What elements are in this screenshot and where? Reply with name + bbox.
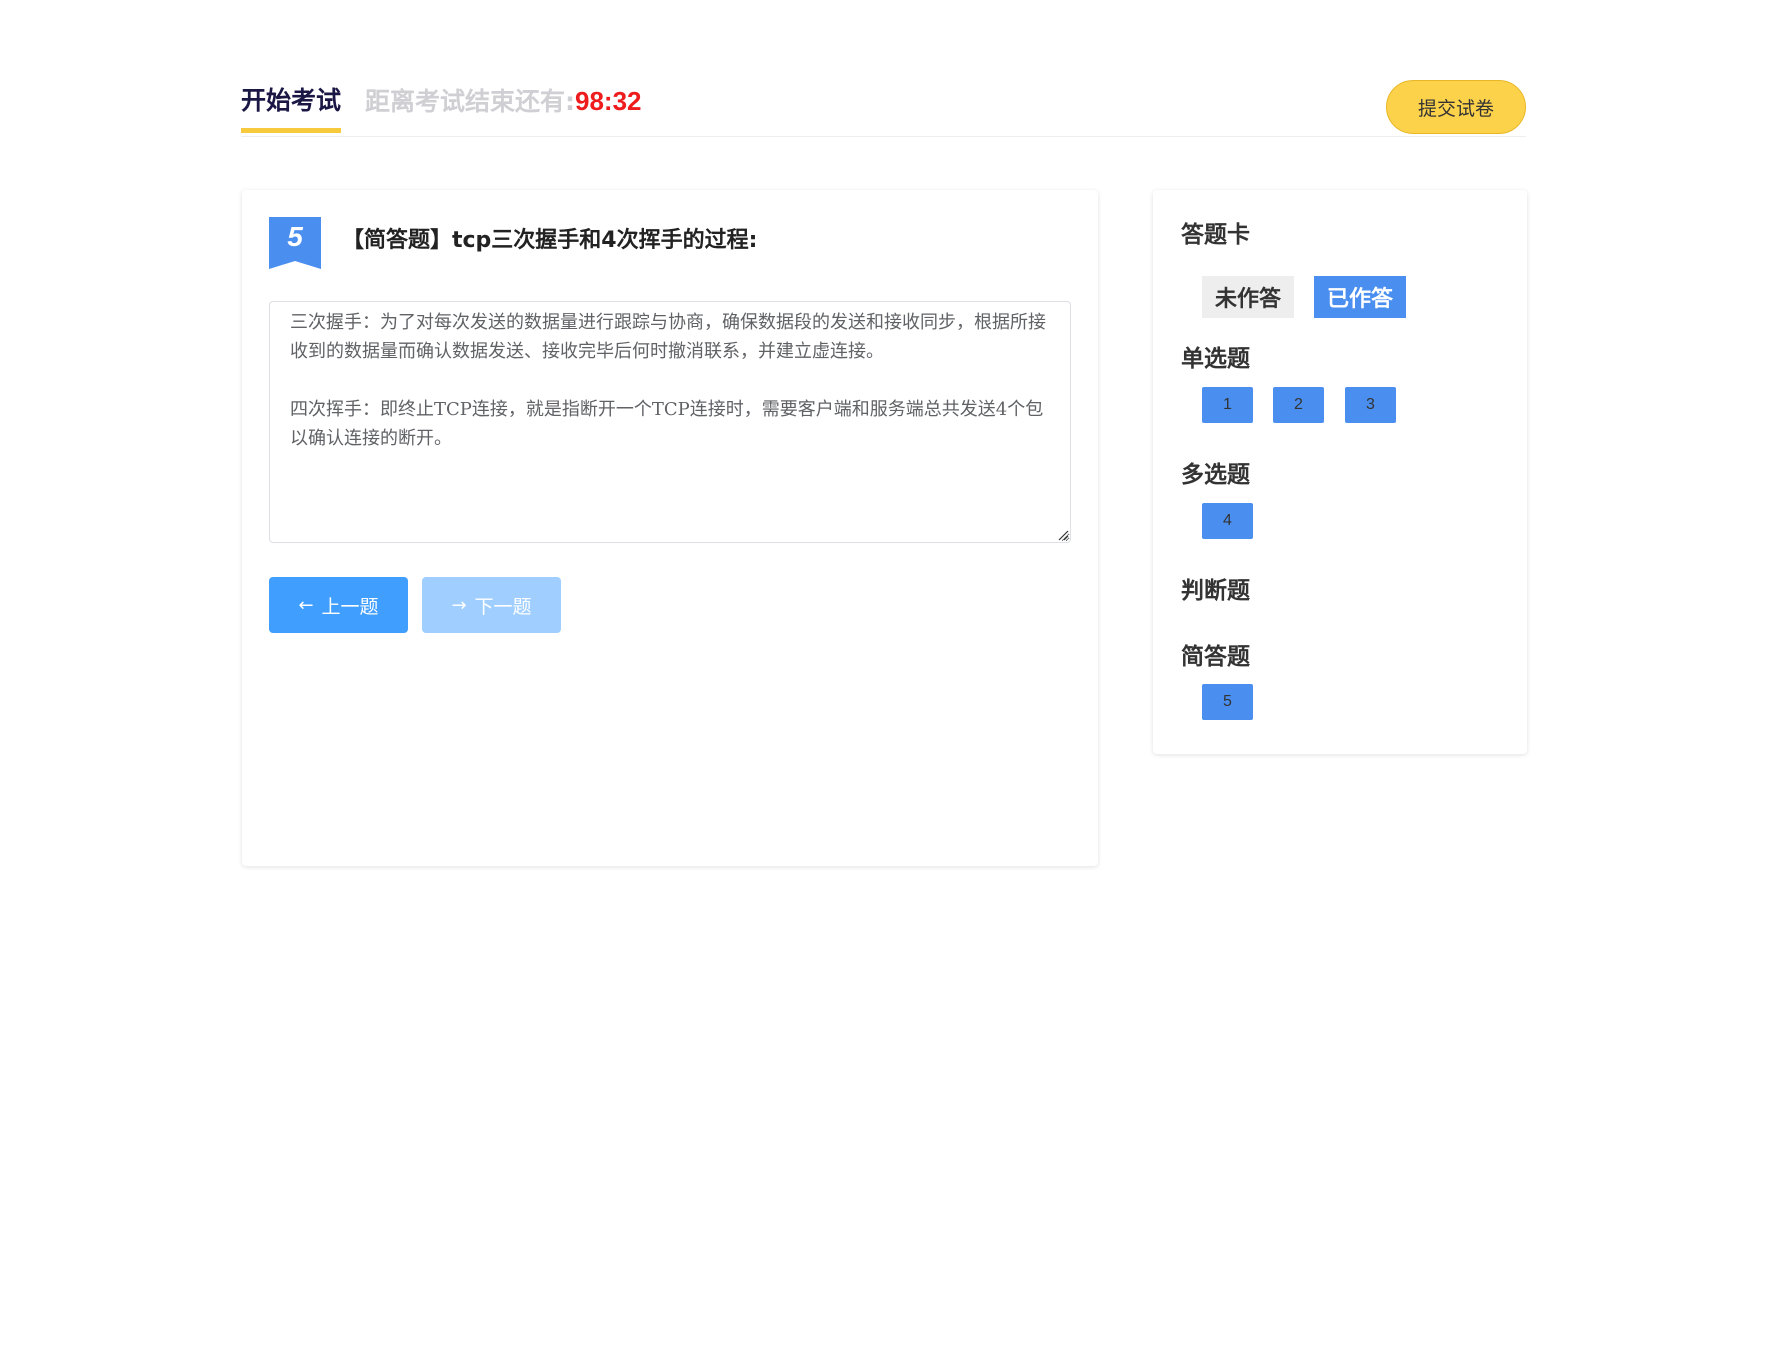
arrow-left-icon: ← — [298, 594, 314, 616]
exam-header: 开始考试 距离考试结束还有:98:32 提交试卷 — [241, 78, 1526, 137]
section-title-single: 单选题 — [1181, 346, 1250, 372]
card-question-5[interactable]: 5 — [1202, 684, 1253, 720]
page-title: 开始考试 — [241, 84, 342, 133]
legend-unanswered: 未作答 — [1202, 276, 1295, 318]
card-question-1[interactable]: 1 — [1202, 387, 1253, 423]
answer-textarea[interactable]: 三次握手：为了对每次发送的数据量进行跟踪与协商，确保数据段的发送和接收同步，根据… — [269, 301, 1071, 543]
next-question-label: 下一题 — [474, 595, 532, 618]
question-number-badge: 5 — [269, 217, 321, 269]
countdown-time: 98:32 — [575, 86, 642, 116]
section-title-short: 简答题 — [1181, 644, 1250, 670]
question-panel: 5 【简答题】tcp三次握手和4次挥手的过程: 三次握手：为了对每次发送的数据量… — [242, 190, 1098, 866]
card-question-2[interactable]: 2 — [1273, 387, 1324, 423]
question-number: 5 — [287, 221, 303, 252]
countdown: 距离考试结束还有:98:32 — [365, 84, 642, 122]
countdown-label: 距离考试结束还有: — [365, 87, 575, 116]
submit-exam-button[interactable]: 提交试卷 — [1386, 80, 1526, 134]
prev-question-label: 上一题 — [321, 595, 379, 618]
section-title-judge: 判断题 — [1181, 578, 1250, 604]
prev-question-button[interactable]: ← 上一题 — [269, 577, 408, 633]
answer-card: 答题卡 未作答 已作答 单选题 1 2 3 多选题 4 判断题 简答题 5 — [1153, 190, 1527, 754]
card-question-4[interactable]: 4 — [1202, 503, 1253, 539]
arrow-right-icon: → — [451, 594, 467, 616]
next-question-button[interactable]: → 下一题 — [422, 577, 561, 633]
resize-handle-icon[interactable] — [1058, 530, 1069, 541]
card-question-3[interactable]: 3 — [1345, 387, 1396, 423]
section-title-multiple: 多选题 — [1181, 462, 1250, 488]
question-title: 【简答题】tcp三次握手和4次挥手的过程: — [342, 228, 758, 253]
answer-card-title: 答题卡 — [1181, 222, 1250, 248]
legend-answered: 已作答 — [1314, 276, 1407, 318]
